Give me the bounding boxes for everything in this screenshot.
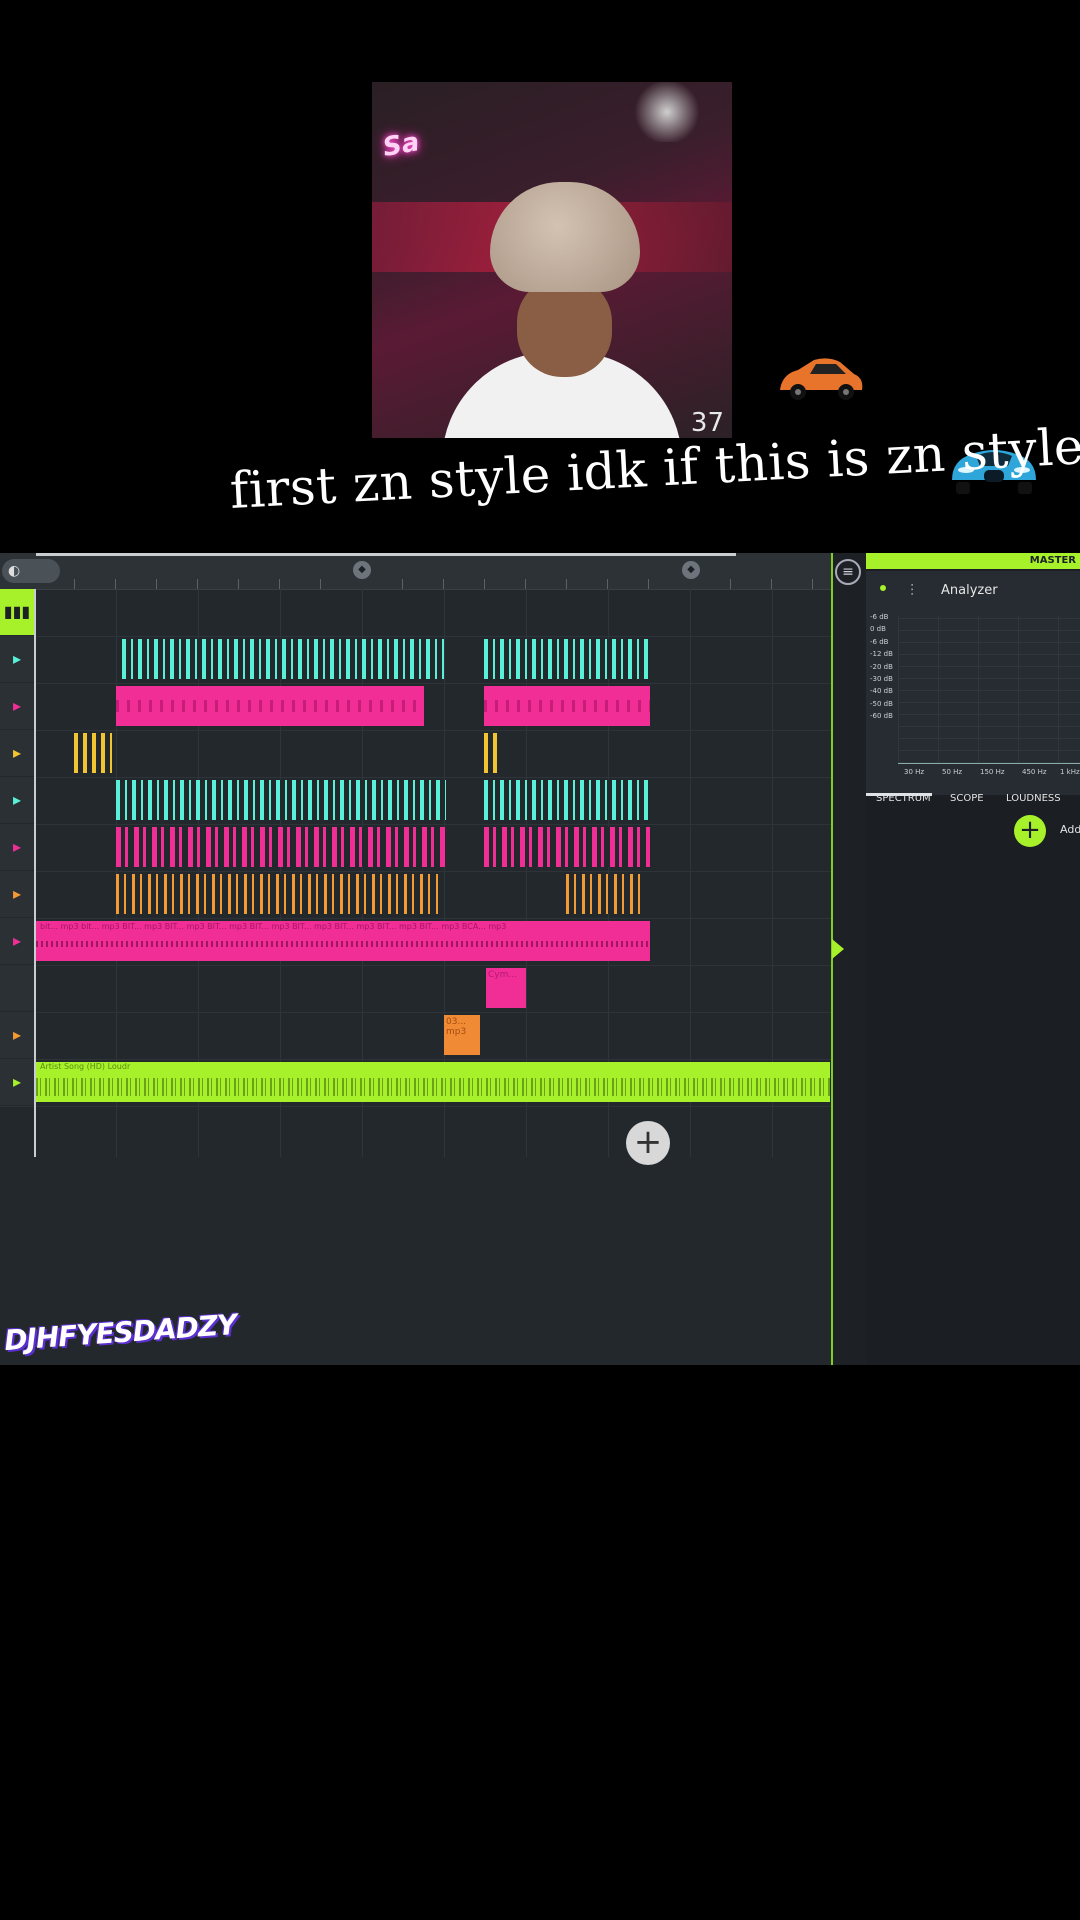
pattern-clip[interactable]: [484, 639, 648, 679]
audio-clip[interactable]: Artist Song (HD) Loudr: [36, 1062, 830, 1102]
pattern-clip[interactable]: [484, 780, 650, 820]
timeline-ruler[interactable]: ◐ ◆ ◆: [0, 553, 832, 590]
track-head[interactable]: [0, 965, 35, 1011]
pattern-clip[interactable]: [116, 780, 446, 820]
playhead[interactable]: [34, 589, 36, 1157]
track-play-icon[interactable]: ▸: [0, 918, 35, 964]
neon-sign: Sa: [380, 127, 422, 164]
tab-scope[interactable]: SCOPE: [950, 793, 984, 804]
track-row[interactable]: Cym...: [0, 965, 832, 1013]
add-effect-label[interactable]: Add: [1060, 823, 1080, 836]
pattern-clip[interactable]: [116, 827, 446, 867]
menu-icon[interactable]: ≡: [835, 559, 861, 585]
track-row[interactable]: ▸: [0, 824, 832, 872]
waveform-icon: ⫶: [910, 581, 915, 600]
track-row[interactable]: ▸: [0, 871, 832, 919]
audio-clip[interactable]: 03... mp3: [444, 1015, 480, 1055]
track-play-icon[interactable]: ▸: [0, 1059, 35, 1105]
track-row[interactable]: ▸ Artist Song (HD) Loudr: [0, 1059, 832, 1107]
pattern-clip[interactable]: [484, 686, 650, 726]
analyzer-card[interactable]: ⫶ Analyzer -6 dB 0 dB -6 dB -12 dB -20 dB -…: [866, 571, 1080, 804]
track-row[interactable]: ▮▮▮: [0, 589, 832, 637]
active-tab-indicator: [866, 793, 932, 796]
marker-icon[interactable]: ◆: [353, 561, 371, 579]
analyzer-title: Analyzer: [941, 583, 998, 598]
orange-car-icon: [780, 358, 863, 400]
video-counter: 37: [690, 408, 724, 438]
add-track-button[interactable]: +: [626, 1121, 670, 1165]
pattern-clip[interactable]: [122, 639, 444, 679]
audio-clip[interactable]: bit... mp3 bit... mp3 BIT... mp3 BIT... …: [36, 921, 650, 961]
track-row[interactable]: ▸ 03... mp3: [0, 1012, 832, 1060]
pattern-clip[interactable]: [116, 686, 424, 726]
track-row[interactable]: ▸: [0, 730, 832, 778]
mixer-bars-icon[interactable]: ▮▮▮: [0, 589, 35, 635]
pattern-clip[interactable]: [74, 733, 112, 773]
webcam-video: Sa 37: [372, 82, 732, 438]
pattern-clip[interactable]: [484, 827, 650, 867]
track-row[interactable]: ▸: [0, 777, 832, 825]
track-play-icon[interactable]: ▸: [0, 683, 35, 729]
playlist[interactable]: ◐ ◆ ◆ ▮▮▮ ▸ ▸ ▸ ▸ ▸ ▸ ▸ bit... mp3 bit..…: [0, 553, 832, 1365]
add-effect-button[interactable]: +: [1014, 815, 1046, 847]
video-caption: first zn style idk if this is zn style: [228, 417, 1080, 520]
track-row[interactable]: ▸: [0, 636, 832, 684]
marker-icon[interactable]: ◆: [682, 561, 700, 579]
track-list: ▮▮▮ ▸ ▸ ▸ ▸ ▸ ▸ ▸ bit... mp3 bit... mp3 …: [0, 589, 832, 1157]
expand-arrow-icon[interactable]: [832, 939, 844, 959]
pattern-clip[interactable]: [484, 733, 498, 773]
track-row[interactable]: ▸ bit... mp3 bit... mp3 BIT... mp3 BIT..…: [0, 918, 832, 966]
track-play-icon[interactable]: ▸: [0, 730, 35, 776]
spectrum-graph: [898, 615, 1080, 764]
track-play-icon[interactable]: ▸: [0, 824, 35, 870]
tab-loudness[interactable]: LOUDNESS: [1006, 793, 1061, 804]
track-play-icon[interactable]: ▸: [0, 1012, 35, 1058]
snap-toggle-icon[interactable]: ◐: [2, 559, 60, 583]
track-play-icon[interactable]: ▸: [0, 636, 35, 682]
master-header[interactable]: MASTER: [866, 553, 1080, 569]
pattern-clip[interactable]: [566, 874, 646, 914]
power-dot-icon[interactable]: [880, 585, 886, 591]
panel-divider[interactable]: [831, 553, 833, 1365]
audio-clip[interactable]: Cym...: [486, 968, 526, 1008]
track-play-icon[interactable]: ▸: [0, 777, 35, 823]
loop-range-bar[interactable]: [36, 553, 736, 556]
track-play-icon[interactable]: ▸: [0, 871, 35, 917]
pattern-clip[interactable]: [116, 874, 438, 914]
person-face: [517, 277, 612, 377]
db-scale: -6 dB 0 dB -6 dB -12 dB -20 dB -30 dB -40 d…: [870, 613, 893, 721]
room-light: [622, 82, 712, 142]
person-hat: [490, 182, 640, 292]
daw-window: ◐ ◆ ◆ ▮▮▮ ▸ ▸ ▸ ▸ ▸ ▸ ▸ bit... mp3 bit..…: [0, 553, 1080, 1365]
track-row[interactable]: ▸: [0, 683, 832, 731]
master-panel: MASTER ⫶ Analyzer -6 dB 0 dB -6 dB -12 dB …: [866, 553, 1080, 1365]
